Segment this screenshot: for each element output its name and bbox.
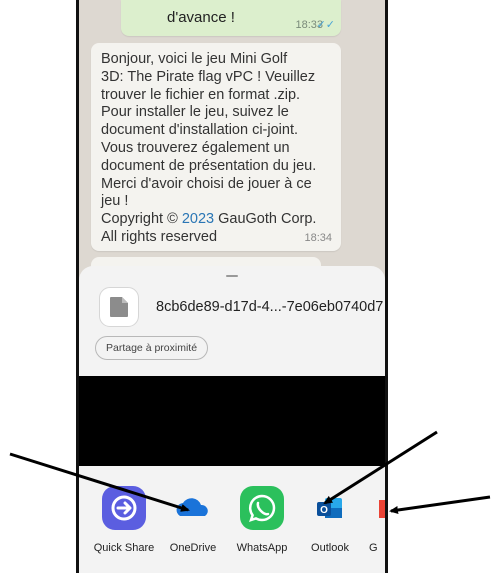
arrow-to-onedrive — [9, 452, 190, 512]
annotation-arrows — [9, 430, 491, 514]
arrow-to-outlook — [323, 430, 438, 505]
arrow-to-gmail — [389, 495, 491, 514]
